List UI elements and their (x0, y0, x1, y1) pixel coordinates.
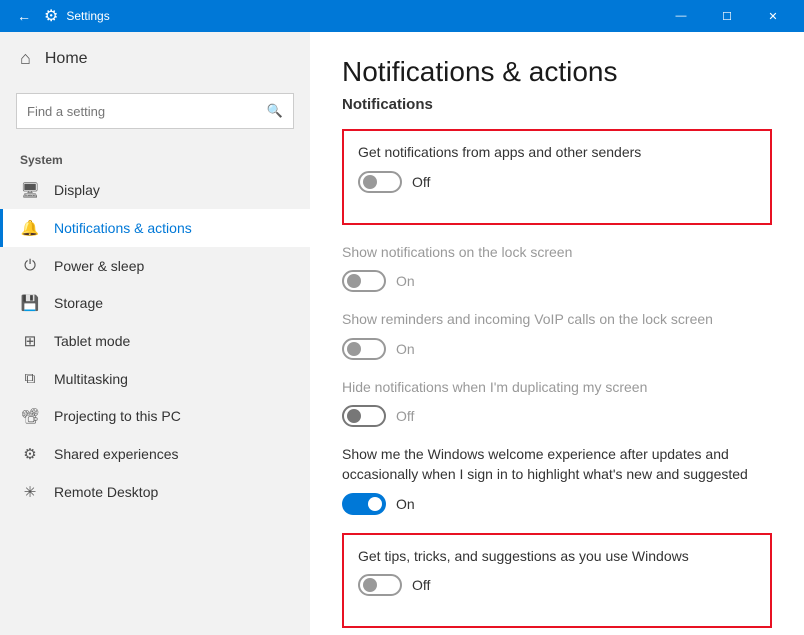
sidebar: ⌂ Home 🔍 System 🖥 Display 🔔 Notification… (0, 32, 310, 635)
toggle-status-get-notifications: Off (412, 174, 430, 190)
window-controls: — ☐ ✕ (658, 0, 796, 32)
notifications-section-title: Notifications (342, 96, 772, 113)
maximize-button[interactable]: ☐ (704, 0, 750, 32)
toggle-thumb-tips-tricks (363, 578, 377, 592)
toggle-status-welcome-experience: On (396, 496, 415, 512)
setting-label-show-lock-screen: Show notifications on the lock screen (342, 243, 772, 263)
toggle-row-tips-tricks: Off (358, 574, 756, 596)
sidebar-item-storage[interactable]: 💾 Storage (0, 284, 310, 322)
setting-label-hide-duplicating: Hide notifications when I'm duplicating … (342, 378, 772, 398)
toggle-status-show-lock-screen: On (396, 273, 415, 289)
toggle-tips-tricks[interactable] (358, 574, 402, 596)
search-box[interactable]: 🔍 (16, 93, 294, 129)
multitasking-label: Multitasking (54, 371, 128, 387)
highlight-box-tips-tricks: Get tips, tricks, and suggestions as you… (342, 533, 772, 629)
setting-row-get-notifications: Get notifications from apps and other se… (358, 143, 756, 193)
title-bar: ← ⚙ Settings — ☐ ✕ (0, 0, 804, 32)
sidebar-item-multitasking[interactable]: ⧉ Multitasking (0, 360, 310, 397)
setting-row-tips-tricks: Get tips, tricks, and suggestions as you… (358, 547, 756, 597)
shared-icon: ⚙ (20, 445, 40, 463)
close-button[interactable]: ✕ (750, 0, 796, 32)
setting-row-welcome-experience: Show me the Windows welcome experience a… (342, 445, 772, 514)
highlight-box-get-notifications: Get notifications from apps and other se… (342, 129, 772, 225)
setting-tips-tricks: Get tips, tricks, and suggestions as you… (342, 533, 772, 629)
toggle-thumb-hide-duplicating (347, 409, 361, 423)
shared-label: Shared experiences (54, 446, 179, 462)
toggle-show-lock-screen[interactable] (342, 270, 386, 292)
notifications-label: Notifications & actions (54, 220, 192, 236)
search-input[interactable] (27, 104, 267, 119)
projecting-icon: 📽 (20, 407, 40, 425)
settings-list: Get notifications from apps and other se… (342, 129, 772, 628)
page-title: Notifications & actions (342, 56, 772, 88)
setting-label-show-reminders: Show reminders and incoming VoIP calls o… (342, 310, 772, 330)
sidebar-item-projecting[interactable]: 📽 Projecting to this PC (0, 397, 310, 435)
setting-label-tips-tricks: Get tips, tricks, and suggestions as you… (358, 547, 756, 567)
notifications-icon: 🔔 (20, 219, 40, 237)
toggle-status-hide-duplicating: Off (396, 408, 414, 424)
toggle-thumb-welcome-experience (368, 497, 382, 511)
remote-icon: ✳ (20, 483, 40, 501)
setting-row-show-lock-screen: Show notifications on the lock screen On (342, 243, 772, 293)
toggle-row-show-lock-screen: On (342, 270, 772, 292)
setting-welcome-experience: Show me the Windows welcome experience a… (342, 445, 772, 514)
toggle-row-get-notifications: Off (358, 171, 756, 193)
setting-hide-duplicating: Hide notifications when I'm duplicating … (342, 378, 772, 428)
toggle-row-hide-duplicating: Off (342, 405, 772, 427)
nav-items-list: 🖥 Display 🔔 Notifications & actions ⏻ Po… (0, 171, 310, 511)
setting-get-notifications: Get notifications from apps and other se… (342, 129, 772, 225)
home-icon: ⌂ (20, 48, 31, 69)
setting-row-show-reminders: Show reminders and incoming VoIP calls o… (342, 310, 772, 360)
home-nav-item[interactable]: ⌂ Home (0, 32, 310, 85)
app-title: Settings (66, 9, 658, 23)
toggle-thumb-show-reminders (347, 342, 361, 356)
minimize-button[interactable]: — (658, 0, 704, 32)
setting-row-hide-duplicating: Hide notifications when I'm duplicating … (342, 378, 772, 428)
toggle-get-notifications[interactable] (358, 171, 402, 193)
setting-show-reminders: Show reminders and incoming VoIP calls o… (342, 310, 772, 360)
toggle-show-reminders[interactable] (342, 338, 386, 360)
power-icon: ⏻ (20, 257, 40, 274)
toggle-status-show-reminders: On (396, 341, 415, 357)
main-layout: ⌂ Home 🔍 System 🖥 Display 🔔 Notification… (0, 32, 804, 635)
toggle-thumb-get-notifications (363, 175, 377, 189)
tablet-icon: ⊞ (20, 332, 40, 350)
sidebar-item-tablet[interactable]: ⊞ Tablet mode (0, 322, 310, 360)
toggle-status-tips-tricks: Off (412, 577, 430, 593)
sidebar-item-notifications[interactable]: 🔔 Notifications & actions (0, 209, 310, 247)
sidebar-item-power[interactable]: ⏻ Power & sleep (0, 247, 310, 284)
power-label: Power & sleep (54, 258, 144, 274)
toggle-row-show-reminders: On (342, 338, 772, 360)
sidebar-item-remote[interactable]: ✳ Remote Desktop (0, 473, 310, 511)
toggle-row-welcome-experience: On (342, 493, 772, 515)
content-area: Notifications & actions Notifications Ge… (310, 32, 804, 635)
toggle-welcome-experience[interactable] (342, 493, 386, 515)
setting-label-welcome-experience: Show me the Windows welcome experience a… (342, 445, 772, 484)
toggle-hide-duplicating[interactable] (342, 405, 386, 427)
sidebar-item-shared[interactable]: ⚙ Shared experiences (0, 435, 310, 473)
back-button[interactable]: ← (8, 0, 40, 32)
toggle-thumb-show-lock-screen (347, 274, 361, 288)
system-section-label: System (0, 145, 310, 171)
search-icon: 🔍 (267, 103, 283, 119)
storage-label: Storage (54, 295, 103, 311)
display-label: Display (54, 182, 100, 198)
setting-label-get-notifications: Get notifications from apps and other se… (358, 143, 756, 163)
storage-icon: 💾 (20, 294, 40, 312)
sidebar-item-display[interactable]: 🖥 Display (0, 171, 310, 209)
tablet-label: Tablet mode (54, 333, 130, 349)
multitasking-icon: ⧉ (20, 370, 40, 387)
home-label: Home (45, 50, 88, 68)
remote-label: Remote Desktop (54, 484, 158, 500)
display-icon: 🖥 (20, 181, 40, 199)
setting-show-lock-screen: Show notifications on the lock screen On (342, 243, 772, 293)
projecting-label: Projecting to this PC (54, 408, 181, 424)
